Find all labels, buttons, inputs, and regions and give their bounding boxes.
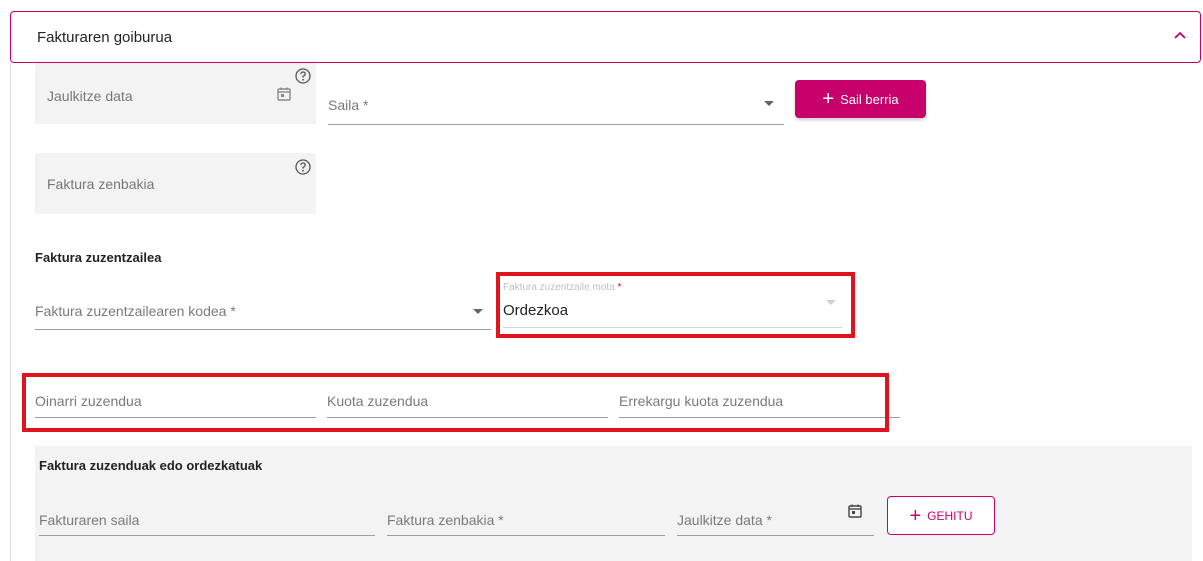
issue-date-input-label: Jaulkitze data * [677, 512, 772, 528]
invoice-number-input-label: Faktura zenbakia * [387, 512, 504, 528]
series-label: Saila * [328, 97, 369, 113]
highlight-box [22, 373, 889, 432]
panel-title: Fakturaren goiburua [37, 29, 173, 46]
highlight-box [496, 272, 855, 338]
new-series-button-label: Sail berria [840, 91, 899, 107]
chevron-up-icon[interactable] [1172, 28, 1188, 44]
issue-date-input[interactable]: Jaulkitze data * [677, 498, 874, 536]
dropdown-arrow-icon [764, 101, 774, 106]
plus-icon: + [909, 504, 922, 527]
new-series-button[interactable]: + Sail berria [795, 80, 926, 118]
calendar-icon[interactable] [847, 503, 863, 519]
panel-border [10, 63, 11, 561]
issue-date-field[interactable]: Jaulkitze data [35, 63, 316, 124]
help-icon[interactable] [294, 67, 312, 85]
invoice-number-label: Faktura zenbakia [47, 176, 155, 192]
add-button-label: GEHITU [927, 508, 973, 523]
invoice-series-label: Fakturaren saila [39, 512, 140, 528]
corrective-code-label: Faktura zuzentzailearen kodea * [35, 303, 236, 319]
add-button[interactable]: + GEHITU [887, 496, 995, 535]
corrective-invoice-title: Faktura zuzentzailea [35, 250, 162, 265]
corrected-invoices-title: Faktura zuzenduak edo ordezkatuak [39, 458, 263, 473]
invoice-number-input[interactable]: Faktura zenbakia * [387, 498, 665, 536]
invoice-header-panel[interactable]: Fakturaren goiburua [10, 11, 1201, 63]
corrected-invoices-section: Faktura zuzenduak edo ordezkatuak Faktur… [35, 446, 1192, 561]
issue-date-label: Jaulkitze data [47, 88, 133, 104]
invoice-series-field[interactable]: Fakturaren saila [39, 498, 375, 536]
corrective-code-select[interactable]: Faktura zuzentzailearen kodea * [35, 295, 491, 330]
help-icon[interactable] [294, 158, 312, 176]
invoice-number-field[interactable]: Faktura zenbakia [35, 153, 316, 214]
plus-icon: + [822, 88, 835, 110]
series-select[interactable]: Saila * [328, 85, 784, 125]
dropdown-arrow-icon [473, 309, 483, 314]
calendar-icon[interactable] [276, 86, 292, 102]
